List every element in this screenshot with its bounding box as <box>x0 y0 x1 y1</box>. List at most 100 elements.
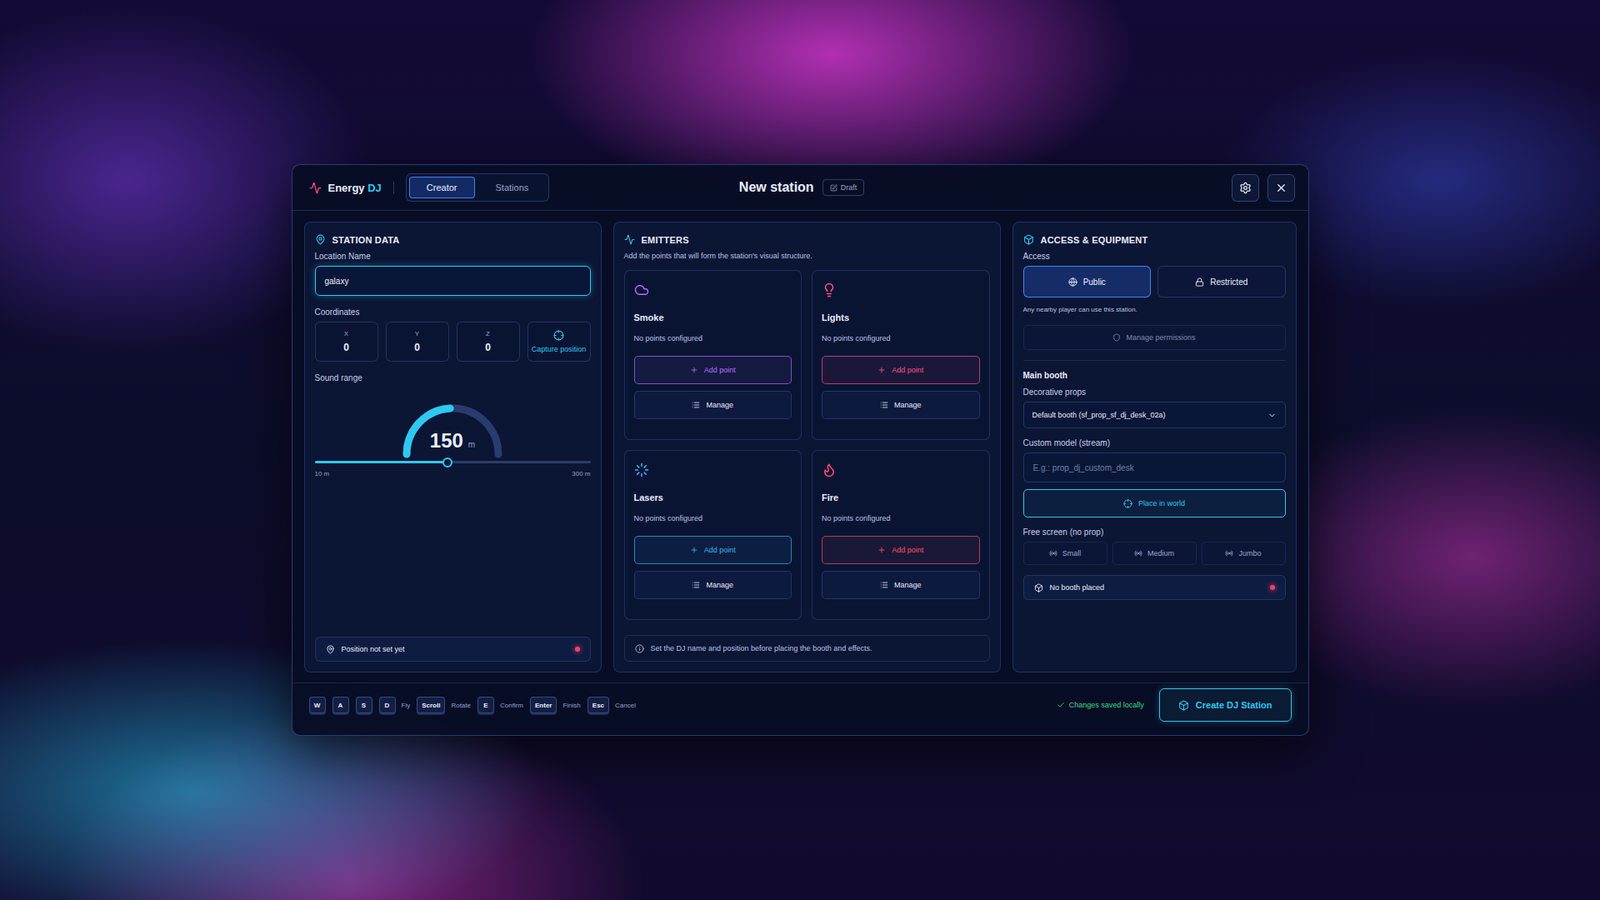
header-actions <box>864 174 1295 202</box>
manage-button[interactable]: Manage <box>634 570 793 600</box>
key-cap: A <box>332 696 350 714</box>
add-point-button[interactable]: Add point <box>821 355 980 385</box>
status-dot <box>575 646 580 652</box>
emitter-buttons: Add point Manage <box>634 535 793 600</box>
access-hint: Any nearby player can use this station. <box>1023 305 1286 314</box>
field-label: Free screen (no prop) <box>1023 527 1286 537</box>
emitter-card: FireNo points configuredAdd pointManage <box>811 450 990 620</box>
add-point-button[interactable]: Add point <box>634 535 793 565</box>
screen-size-button[interactable]: Small <box>1023 541 1108 565</box>
place-in-world-button[interactable]: Place in world <box>1023 489 1286 518</box>
emitter-status: No points configured <box>821 514 980 523</box>
add-point-button[interactable]: Add point <box>821 535 980 565</box>
capture-position-button[interactable]: Capture position <box>527 321 591 362</box>
save-status: Changes saved locally <box>1056 700 1145 710</box>
key-label: Rotate <box>450 701 471 710</box>
crosshair-icon <box>553 330 565 341</box>
close-icon <box>1275 181 1288 195</box>
key-cap: D <box>379 696 396 714</box>
status-dot <box>1270 585 1275 590</box>
settings-button[interactable] <box>1231 174 1260 202</box>
booth-status: No booth placed <box>1023 575 1286 600</box>
window-header: Energy DJ CreatorStations New stationDraft <box>292 165 1309 211</box>
title-wrap: New stationDraft <box>739 179 865 196</box>
panel-title: EMITTERS <box>624 234 990 245</box>
coordinate-input[interactable]: X0 <box>315 321 379 362</box>
brand-logo: Energy DJ <box>309 181 395 195</box>
list-icon <box>691 580 700 590</box>
map-pin-icon <box>325 645 335 655</box>
window-body: STATION DATALocation NamegalaxyCoordinat… <box>292 210 1309 683</box>
cube-icon <box>1178 700 1190 711</box>
field-label: Custom model (stream) <box>1023 438 1286 448</box>
key-hint: EConfirm <box>477 696 524 714</box>
create-station-button[interactable]: Create DJ Station <box>1159 688 1292 722</box>
list-icon <box>691 400 700 410</box>
station-data-panel: STATION DATALocation NamegalaxyCoordinat… <box>304 221 602 673</box>
station-creator-window: Energy DJ CreatorStations New stationDraft… <box>291 164 1310 736</box>
slider-thumb[interactable] <box>442 457 453 468</box>
manage-permissions-button: Manage permissions <box>1023 325 1286 350</box>
emitter-buttons: Add point Manage <box>821 535 980 600</box>
location-name-input[interactable]: galaxy <box>315 265 591 296</box>
key-hint: EscCancel <box>587 696 636 714</box>
manage-button[interactable]: Manage <box>821 390 980 420</box>
window-footer: WASDFlyScrollRotateEConfirmEnterFinishEs… <box>292 682 1309 730</box>
decorative-props-select[interactable]: Default booth (sf_prop_sf_dj_desk_02a) <box>1023 401 1286 429</box>
capture-label: Capture position <box>531 345 587 354</box>
tab-group: CreatorStations <box>405 173 550 202</box>
key-hint: W <box>309 696 326 714</box>
cube-icon <box>1034 583 1044 593</box>
pulse-icon <box>309 181 322 195</box>
tab[interactable]: Creator <box>409 176 475 199</box>
manage-button[interactable]: Manage <box>634 390 793 420</box>
emitter-icon-wrap <box>634 282 793 301</box>
field-label: Decorative props <box>1023 387 1286 397</box>
coordinate-input[interactable]: Y0 <box>385 321 450 362</box>
emitter-card: LasersNo points configuredAdd pointManag… <box>624 450 803 620</box>
emitter-status: No points configured <box>634 514 793 523</box>
emitter-status: No points configured <box>821 334 980 343</box>
coordinate-axis: Y <box>415 330 420 338</box>
field-label: Sound range <box>315 373 591 383</box>
gauge-reading: 150m <box>390 429 515 453</box>
coordinate-input[interactable]: Z0 <box>456 321 520 362</box>
tab[interactable]: Stations <box>478 176 547 199</box>
emitters-panel: EMITTERSAdd the points that will form th… <box>613 221 1001 673</box>
globe-icon <box>1068 277 1078 287</box>
close-button[interactable] <box>1267 174 1295 202</box>
sound-range-slider[interactable] <box>315 460 591 464</box>
custom-model-input[interactable]: E.g.: prop_dj_custom_desk <box>1023 452 1286 483</box>
cloud-icon <box>634 282 650 298</box>
access-option[interactable]: Restricted <box>1157 265 1286 298</box>
key-hint: DFly <box>379 696 411 714</box>
access-option[interactable]: Public <box>1023 265 1152 298</box>
screen-size-button[interactable]: Jumbo <box>1201 541 1286 565</box>
add-point-button[interactable]: Add point <box>634 355 793 385</box>
key-hint: EnterFinish <box>530 696 581 714</box>
range-min: 10 m <box>315 470 330 478</box>
field-label: Access <box>1023 251 1286 261</box>
shield-icon <box>1112 333 1121 342</box>
plus-icon <box>877 365 886 375</box>
coordinates-grid: X0Y0Z0Capture position <box>315 321 591 362</box>
map-pin-icon <box>315 234 326 245</box>
status-text: Position not set yet <box>341 645 569 654</box>
brand-accent: DJ <box>367 181 382 195</box>
key-cap: Esc <box>587 696 610 714</box>
check-icon <box>1056 700 1065 710</box>
divider <box>1023 360 1286 361</box>
range-max: 300 m <box>571 470 590 478</box>
manage-button[interactable]: Manage <box>821 570 980 600</box>
key-label: Finish <box>562 701 580 710</box>
status-text: No booth placed <box>1050 583 1264 592</box>
screen-size-button[interactable]: Medium <box>1112 541 1197 565</box>
coordinate-value: 0 <box>414 341 420 354</box>
plus-icon <box>690 365 699 375</box>
coordinate-axis: Z <box>485 330 490 338</box>
emitter-card: SmokeNo points configuredAdd pointManage <box>624 270 803 440</box>
broadcast-icon <box>1134 549 1143 558</box>
cube-icon <box>1023 234 1035 245</box>
flame-icon <box>821 462 837 478</box>
gear-icon <box>1239 181 1252 195</box>
